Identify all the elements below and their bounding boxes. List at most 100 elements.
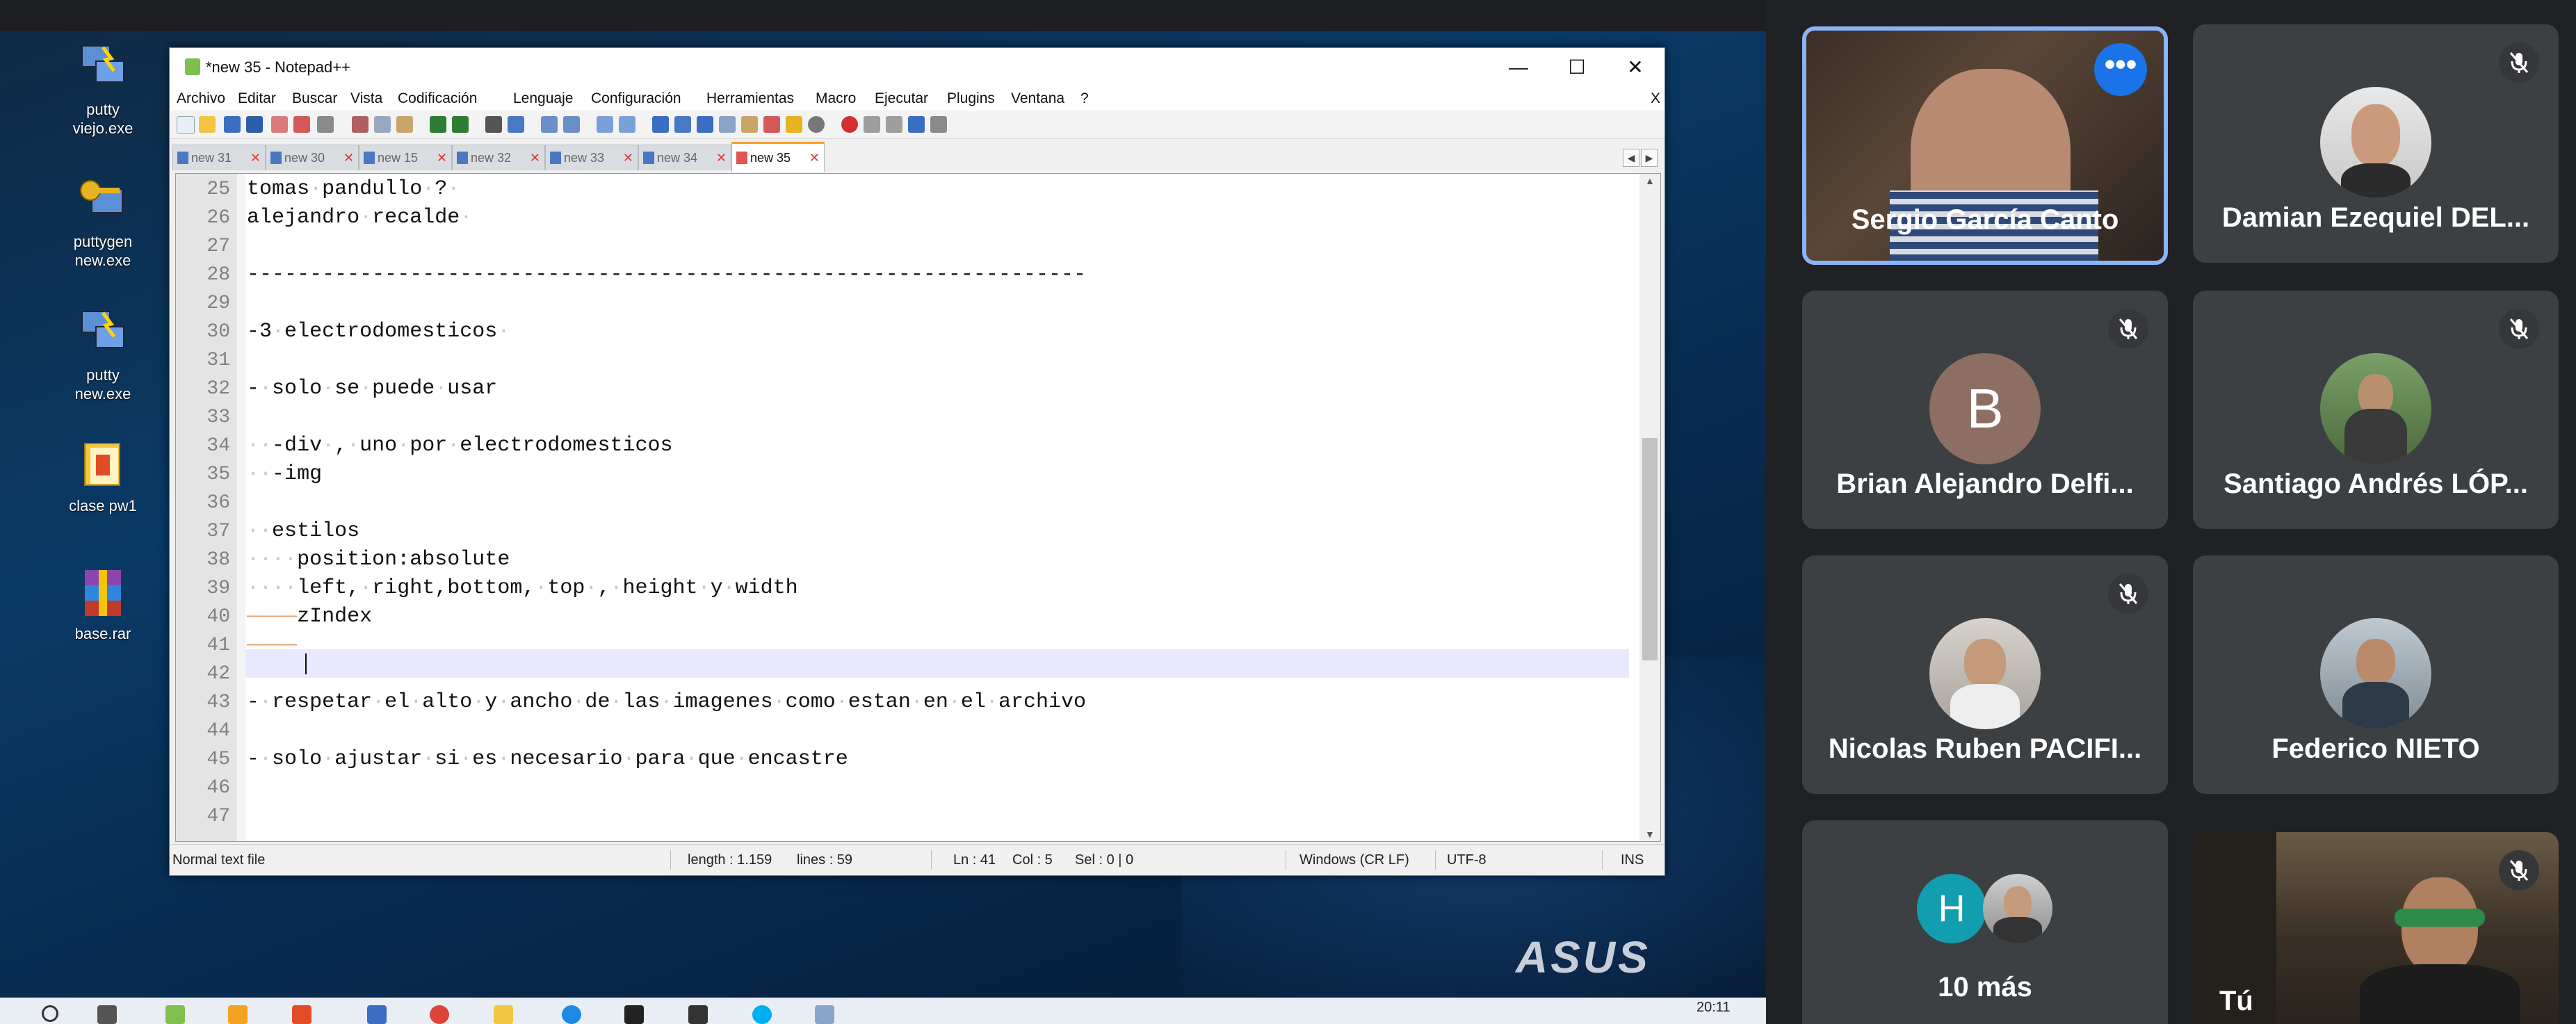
close-tab-icon[interactable]: ✕ <box>716 145 727 170</box>
app-taskbar-icon[interactable] <box>624 1005 644 1024</box>
participant-tile-self[interactable]: Tú <box>2193 832 2559 1024</box>
menu-macro[interactable]: Macro <box>816 87 856 111</box>
status-lines: lines : 59 <box>797 852 853 868</box>
cut-icon[interactable] <box>352 116 368 133</box>
close-all-icon[interactable] <box>293 116 310 133</box>
close-tab-icon[interactable]: ✕ <box>623 145 633 170</box>
word-wrap-icon[interactable] <box>652 116 669 133</box>
status-divider <box>1435 850 1436 870</box>
copy-icon[interactable] <box>374 116 391 133</box>
desktop-icon-clase-pw1[interactable]: clase pw1 <box>40 437 165 515</box>
function-list-icon[interactable] <box>763 116 780 133</box>
window-titlebar[interactable]: *new 35 - Notepad++ — ☐ ✕ <box>170 48 1664 87</box>
close-button[interactable]: ✕ <box>1606 48 1664 87</box>
find-icon[interactable] <box>485 116 502 133</box>
scrollbar-thumb[interactable] <box>1642 438 1658 660</box>
scroll-down-icon[interactable]: ▼ <box>1645 829 1655 840</box>
participant-tile[interactable]: Damian Ezequiel DEL... <box>2193 24 2559 263</box>
folder-as-workspace-icon[interactable] <box>786 116 802 133</box>
notepad-plus-plus-taskbar-icon[interactable] <box>165 1005 185 1024</box>
maximize-button[interactable]: ☐ <box>1548 48 1606 87</box>
menu-ejecutar[interactable]: Ejecutar <box>875 87 928 111</box>
monitoring-icon[interactable] <box>808 116 825 133</box>
sync-horizontal-icon[interactable] <box>619 116 635 133</box>
scroll-up-icon[interactable]: ▲ <box>1645 175 1655 186</box>
run-macro-multiple-icon[interactable] <box>908 116 925 133</box>
tab-new-34[interactable]: new 34 ✕ <box>638 145 731 170</box>
participant-tile-others[interactable]: H 10 más <box>1802 820 2168 1024</box>
close-tab-icon[interactable]: ✕ <box>437 145 447 170</box>
play-macro-icon[interactable] <box>886 116 902 133</box>
desktop-icon-base-rar[interactable]: base.rar <box>40 564 165 643</box>
tab-new-30[interactable]: new 30 ✕ <box>266 145 359 170</box>
tab-new-33[interactable]: new 33 ✕ <box>545 145 638 170</box>
document-map-icon[interactable] <box>741 116 758 133</box>
tab-scroll-left-icon[interactable]: ◀ <box>1623 149 1639 167</box>
close-tab-icon[interactable]: ✕ <box>343 145 354 170</box>
app-taskbar-icon[interactable] <box>815 1005 834 1024</box>
menu-editar[interactable]: Editar <box>238 87 276 111</box>
indent-guide-icon[interactable] <box>697 116 713 133</box>
menu-plugins[interactable]: Plugins <box>947 87 995 111</box>
open-file-icon[interactable] <box>199 116 216 133</box>
menu-ventana[interactable]: Ventana <box>1011 87 1064 111</box>
menu-archivo[interactable]: Archivo <box>177 87 225 111</box>
stop-macro-icon[interactable] <box>864 116 880 133</box>
html5-taskbar-icon[interactable] <box>292 1005 311 1024</box>
menu-buscar[interactable]: Buscar <box>292 87 337 111</box>
terminal-taskbar-icon[interactable] <box>688 1005 708 1024</box>
close-file-icon[interactable] <box>271 116 288 133</box>
desktop-icon-putty-viejo[interactable]: putty viejo.exe <box>40 40 165 138</box>
replace-icon[interactable] <box>508 116 524 133</box>
save-all-icon[interactable] <box>246 116 263 133</box>
close-tab-icon[interactable]: ✕ <box>250 145 261 170</box>
app-taskbar-icon[interactable] <box>562 1005 581 1024</box>
search-icon[interactable] <box>42 1005 58 1022</box>
menu-configuracion[interactable]: Configuración <box>591 87 681 111</box>
tab-new-35[interactable]: new 35 ✕ <box>731 142 825 172</box>
user-language-icon[interactable] <box>719 116 736 133</box>
skype-taskbar-icon[interactable] <box>752 1005 772 1024</box>
new-file-icon[interactable] <box>177 116 195 134</box>
tab-scroll-right-icon[interactable]: ▶ <box>1641 149 1658 167</box>
file-explorer-taskbar-icon[interactable] <box>494 1005 513 1024</box>
minimize-button[interactable]: — <box>1489 48 1548 87</box>
line-number: 41 <box>206 635 230 656</box>
app-taskbar-icon[interactable] <box>367 1005 387 1024</box>
text-editor[interactable]: 25 tomas·pandullo·?· 26 alejandro·recalde· 2… <box>175 173 1661 842</box>
sync-vertical-icon[interactable] <box>597 116 613 133</box>
menu-lenguaje[interactable]: Lenguaje <box>513 87 573 111</box>
close-tab-icon[interactable]: ✕ <box>809 144 820 172</box>
zoom-out-icon[interactable] <box>563 116 580 133</box>
zoom-in-icon[interactable] <box>541 116 558 133</box>
save-macro-icon[interactable] <box>930 116 947 133</box>
print-icon[interactable] <box>317 116 334 133</box>
task-view-icon[interactable] <box>97 1005 117 1024</box>
tab-new-31[interactable]: new 31 ✕ <box>172 145 266 170</box>
paste-icon[interactable] <box>396 116 413 133</box>
show-all-characters-icon[interactable] <box>674 116 691 133</box>
participant-tile[interactable]: B Brian Alejandro Delfi... <box>1802 291 2168 529</box>
desktop-icon-puttygen[interactable]: puttygen new.exe <box>40 172 165 270</box>
tab-new-15[interactable]: new 15 ✕ <box>359 145 452 170</box>
participant-tile[interactable]: ••• Sergio García Canto <box>1802 26 2168 265</box>
redo-icon[interactable] <box>452 116 469 133</box>
save-icon[interactable] <box>224 116 241 133</box>
close-tab-icon[interactable]: ✕ <box>530 145 540 170</box>
menu-vista[interactable]: Vista <box>350 87 382 111</box>
menu-codificacion[interactable]: Codificación <box>398 87 477 111</box>
participant-tile[interactable]: Nicolas Ruben PACIFI... <box>1802 555 2168 794</box>
close-document-button[interactable]: X <box>1651 87 1660 111</box>
undo-icon[interactable] <box>430 116 446 133</box>
participant-tile[interactable]: Federico NIETO <box>2193 555 2559 794</box>
desktop-icon-putty-new[interactable]: putty new.exe <box>40 306 165 403</box>
record-macro-icon[interactable] <box>841 116 858 133</box>
more-options-icon[interactable]: ••• <box>2094 43 2147 96</box>
participant-tile[interactable]: Santiago Andrés LÓP... <box>2193 291 2559 529</box>
chrome-taskbar-icon[interactable] <box>430 1005 449 1024</box>
menu-help[interactable]: ? <box>1080 87 1089 111</box>
folder-taskbar-icon[interactable] <box>228 1005 248 1024</box>
menu-herramientas[interactable]: Herramientas <box>706 87 794 111</box>
tab-new-32[interactable]: new 32 ✕ <box>452 145 545 170</box>
vertical-scrollbar[interactable]: ▲ ▼ <box>1639 174 1660 841</box>
